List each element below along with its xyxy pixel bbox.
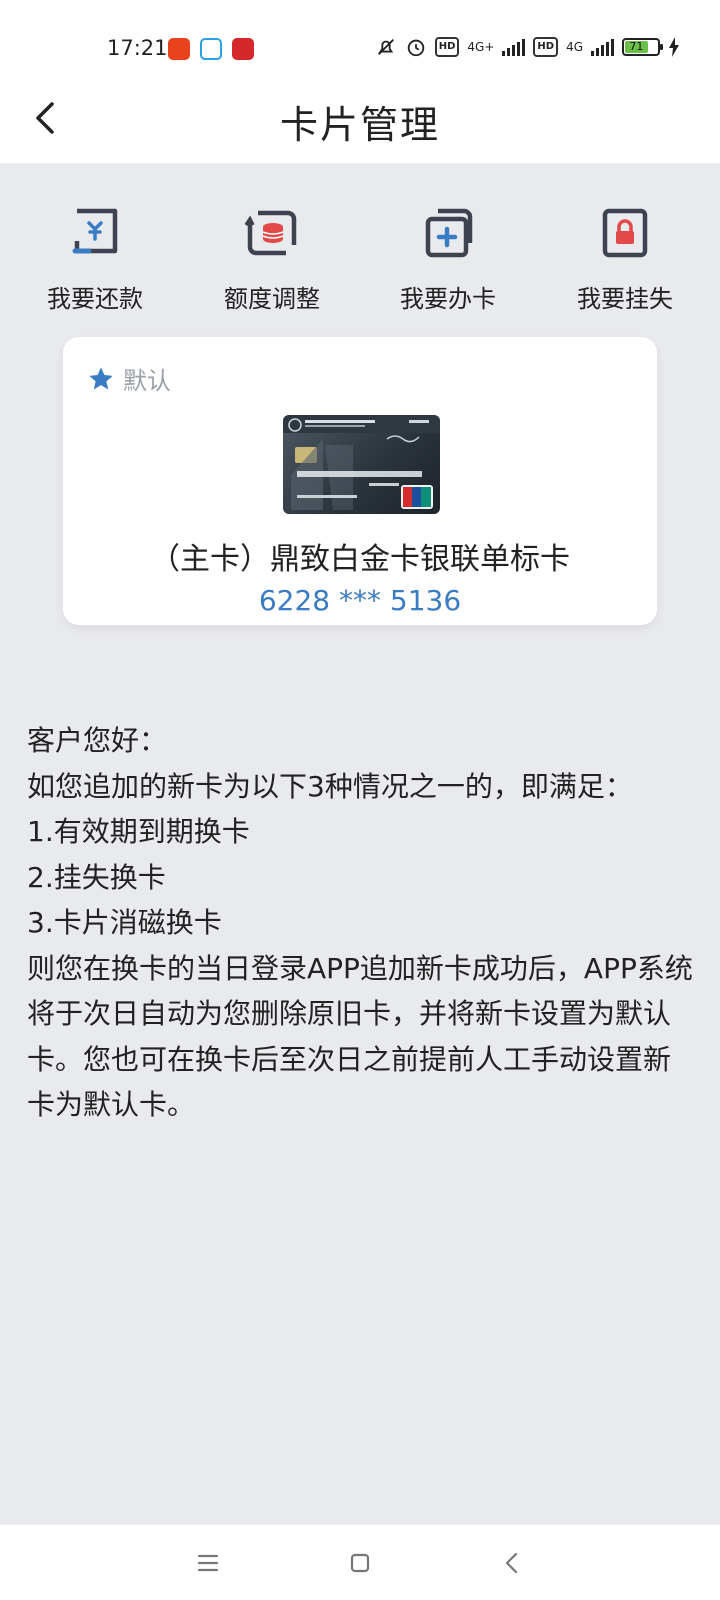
default-tag: 默认 bbox=[87, 361, 171, 396]
signal-icon bbox=[502, 38, 526, 56]
report-loss-button[interactable]: 我要挂失 bbox=[545, 205, 705, 314]
notice-line: 3.卡片消磁换卡 bbox=[27, 906, 222, 939]
notice-line: 客户您好： bbox=[27, 724, 168, 757]
credit-adjust-icon bbox=[244, 210, 297, 256]
mute-icon bbox=[377, 39, 394, 55]
report-loss-icon bbox=[602, 208, 648, 258]
charging-icon bbox=[669, 37, 679, 57]
home-icon[interactable] bbox=[340, 1545, 380, 1581]
repay-icon bbox=[72, 208, 118, 254]
app-header: 卡片管理 bbox=[0, 80, 720, 163]
notice-line: 2.挂失换卡 bbox=[27, 860, 166, 894]
app-notification-icon bbox=[232, 38, 254, 60]
network-type-2: 4G bbox=[566, 40, 583, 54]
hd-icon: HD bbox=[533, 37, 559, 57]
bank-card-image bbox=[283, 415, 440, 514]
credit-adjust-label: 额度调整 bbox=[224, 285, 320, 313]
credit-adjust-button[interactable]: 额度调整 bbox=[192, 205, 352, 314]
menu-icon[interactable] bbox=[188, 1545, 228, 1581]
app-notification-icon bbox=[200, 38, 222, 60]
notice-line: 如您追加的新卡为以下3种情况之一的，即满足： bbox=[27, 769, 633, 803]
apply-card-button[interactable]: 我要办卡 bbox=[368, 205, 528, 314]
app-notification-icon bbox=[168, 38, 190, 60]
battery-level: 71 bbox=[625, 41, 648, 53]
repay-button[interactable]: 我要还款 bbox=[15, 205, 175, 314]
repay-label: 我要还款 bbox=[47, 285, 143, 313]
status-time: 17:21 bbox=[107, 36, 168, 60]
quick-actions: 我要还款 额度调整 我要办卡 我要挂失 bbox=[0, 205, 720, 325]
default-card-panel[interactable]: 默认 （主卡）鼎致白金卡银联单标卡 6228 *** 5136 bbox=[63, 337, 657, 625]
star-icon bbox=[89, 366, 113, 389]
network-type-1: 4G+ bbox=[467, 40, 495, 54]
card-name: （主卡）鼎致白金卡银联单标卡 bbox=[150, 542, 570, 577]
alarm-icon bbox=[407, 39, 424, 57]
notice-paragraph: 则您在换卡的当日登录APP追加新卡成功后，APP系统将于次日自动为您删除原旧卡，… bbox=[27, 951, 693, 1122]
notice-text: 客户您好： 如您追加的新卡为以下3种情况之一的，即满足： 1.有效期到期换卡 2… bbox=[27, 718, 697, 1128]
signal-icon bbox=[591, 38, 614, 56]
apply-card-label: 我要办卡 bbox=[400, 285, 496, 313]
battery-icon: 71 bbox=[622, 38, 663, 56]
nav-back-icon[interactable] bbox=[492, 1545, 532, 1581]
notice-line: 1.有效期到期换卡 bbox=[27, 815, 250, 848]
card-number: 6228 *** 5136 bbox=[258, 584, 462, 617]
status-app-icons bbox=[168, 38, 254, 60]
default-label: 默认 bbox=[123, 367, 171, 395]
hd-icon: HD bbox=[434, 37, 460, 57]
apply-card-icon bbox=[425, 208, 473, 258]
report-loss-label: 我要挂失 bbox=[577, 285, 673, 313]
page-title: 卡片管理 bbox=[279, 103, 440, 147]
status-indicators: HD 4G+ HD 4G 71 bbox=[375, 36, 680, 58]
system-nav-bar bbox=[0, 1525, 720, 1600]
